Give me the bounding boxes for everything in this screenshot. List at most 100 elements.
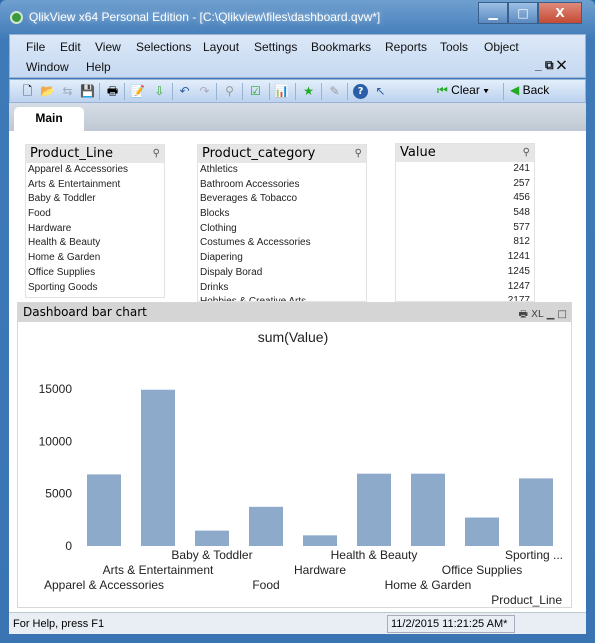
edit-icon[interactable]: ✎ bbox=[327, 84, 342, 99]
listbox-item[interactable]: Athletics bbox=[198, 163, 366, 178]
listbox-item[interactable]: Drinks bbox=[198, 281, 366, 296]
listbox-item[interactable]: 456 bbox=[396, 191, 534, 206]
bar bbox=[87, 474, 121, 546]
bar bbox=[303, 535, 337, 546]
menu-bookmarks[interactable]: Bookmarks bbox=[311, 40, 371, 54]
listbox-item[interactable]: 241 bbox=[396, 162, 534, 177]
search-icon[interactable]: ⚲ bbox=[523, 144, 530, 162]
listbox-item[interactable]: Home & Garden bbox=[26, 251, 164, 266]
listbox-item[interactable]: Costumes & Accessories bbox=[198, 236, 366, 251]
star-icon[interactable]: ★ bbox=[301, 84, 316, 99]
x-tick-label: Health & Beauty bbox=[331, 548, 418, 562]
listbox-item[interactable]: Hardware bbox=[26, 222, 164, 237]
listbox-item[interactable]: 548 bbox=[396, 206, 534, 221]
x-tick-label: Arts & Entertainment bbox=[103, 563, 214, 577]
listbox-item[interactable]: Diapering bbox=[198, 251, 366, 266]
listbox-product-line: Product_Line ⚲ Apparel & Accessories Arts … bbox=[25, 144, 165, 298]
listbox-item[interactable]: Apparel & Accessories bbox=[26, 163, 164, 178]
clear-icon: ⏮ bbox=[437, 83, 448, 97]
minimize-button[interactable]: ▁ bbox=[478, 2, 508, 24]
listbox-item[interactable]: 577 bbox=[396, 221, 534, 236]
x-tick-label: Sporting ... bbox=[505, 548, 563, 562]
qlikview-logo-icon bbox=[10, 11, 23, 24]
bar bbox=[195, 530, 229, 546]
status-help-text: For Help, press F1 bbox=[13, 618, 105, 630]
x-tick-label: Food bbox=[252, 578, 279, 592]
mdi-window-controls[interactable]: _ ⧉ ✕ bbox=[535, 58, 566, 73]
status-timestamp: 11/2/2015 11:21:25 AM* bbox=[387, 615, 515, 633]
y-tick-label: 10000 bbox=[39, 434, 73, 448]
listbox-item[interactable]: Health & Beauty bbox=[26, 236, 164, 251]
chart-header: Dashboard bar chart 🖶 XL ▁ □ bbox=[18, 303, 571, 322]
menu-selections[interactable]: Selections bbox=[136, 40, 191, 54]
new-icon[interactable]: 🗋 bbox=[20, 84, 35, 99]
bar bbox=[465, 517, 499, 546]
window-title: QlikView x64 Personal Edition - [C:\Qlik… bbox=[29, 10, 381, 24]
listbox-item[interactable]: Dispaly Borad bbox=[198, 266, 366, 281]
reload-icon[interactable]: ⇆ bbox=[60, 84, 75, 99]
sheet-tab-strip bbox=[9, 103, 586, 131]
menu-window[interactable]: Window bbox=[26, 60, 69, 74]
redo-icon[interactable]: ↷ bbox=[197, 84, 212, 99]
maximize-button[interactable]: □ bbox=[508, 2, 538, 24]
x-axis-label: Product_Line bbox=[491, 593, 562, 607]
listbox-item[interactable]: 1241 bbox=[396, 250, 534, 265]
edit-script-icon[interactable]: 📝 bbox=[130, 84, 145, 99]
close-button[interactable]: X bbox=[538, 2, 582, 24]
checkbox-icon[interactable]: ☑ bbox=[248, 84, 263, 99]
listbox-item[interactable]: 812 bbox=[396, 235, 534, 250]
x-tick-label: Hardware bbox=[294, 563, 346, 577]
help-icon[interactable]: ? bbox=[353, 84, 368, 99]
menu-tools[interactable]: Tools bbox=[440, 40, 468, 54]
chart-window-controls[interactable]: 🖶 XL ▁ □ bbox=[518, 305, 567, 324]
dashboard-bar-chart: Dashboard bar chart 🖶 XL ▁ □ sum(Value) 0… bbox=[17, 302, 572, 608]
listbox-header: Product_category ⚲ bbox=[198, 145, 366, 163]
listbox-item[interactable]: 1247 bbox=[396, 280, 534, 295]
menu-reports[interactable]: Reports bbox=[385, 40, 427, 54]
listbox-item[interactable]: 257 bbox=[396, 177, 534, 192]
toolbar: 🗋 📂 ⇆ 💾 🖶 📝 ⇩ ↶ ↷ ⚲ ☑ 📊 ★ ✎ ? ↖ ⏮ Clear … bbox=[9, 79, 586, 103]
tab-main[interactable]: Main bbox=[14, 107, 84, 132]
listbox-item[interactable]: Hobbies & Creative Arts bbox=[198, 295, 366, 301]
back-button[interactable]: ◀ Back bbox=[510, 83, 549, 97]
menu-file[interactable]: File bbox=[26, 40, 45, 54]
menu-edit[interactable]: Edit bbox=[60, 40, 81, 54]
search-icon[interactable]: ⚲ bbox=[153, 145, 160, 163]
search-icon[interactable]: ⚲ bbox=[355, 145, 362, 163]
menu-view[interactable]: View bbox=[95, 40, 121, 54]
listbox-item[interactable]: Sporting Goods bbox=[26, 281, 164, 296]
listbox-item[interactable]: Clothing bbox=[198, 222, 366, 237]
reload-data-icon[interactable]: ⇩ bbox=[152, 84, 167, 99]
save-icon[interactable]: 💾 bbox=[80, 84, 95, 99]
listbox-item[interactable]: Food bbox=[26, 207, 164, 222]
menu-object[interactable]: Object bbox=[484, 40, 519, 54]
undo-icon[interactable]: ↶ bbox=[177, 84, 192, 99]
listbox-item[interactable]: Blocks bbox=[198, 207, 366, 222]
bar bbox=[141, 389, 175, 546]
listbox-item[interactable]: Baby & Toddler bbox=[26, 192, 164, 207]
clear-button[interactable]: ⏮ Clear ▾ bbox=[437, 83, 489, 98]
status-bar: For Help, press F1 11/2/2015 11:21:25 AM… bbox=[9, 612, 586, 634]
menu-bar: File Edit View Selections Layout Setting… bbox=[9, 34, 586, 78]
listbox-item[interactable]: Beverages & Tobacco bbox=[198, 192, 366, 207]
listbox-item[interactable]: 1245 bbox=[396, 265, 534, 280]
search-icon[interactable]: ⚲ bbox=[222, 84, 237, 99]
listbox-item[interactable]: Arts & Entertainment bbox=[26, 178, 164, 193]
x-tick-label: Home & Garden bbox=[385, 578, 472, 592]
bar bbox=[357, 473, 391, 546]
menu-help[interactable]: Help bbox=[86, 60, 111, 74]
menu-settings[interactable]: Settings bbox=[254, 40, 297, 54]
back-icon: ◀ bbox=[510, 83, 520, 97]
chart-title: sum(Value) bbox=[258, 329, 329, 345]
listbox-product-category: Product_category ⚲ Athletics Bathroom Acce… bbox=[197, 144, 367, 302]
help-pointer-icon[interactable]: ↖ bbox=[373, 84, 388, 99]
menu-layout[interactable]: Layout bbox=[203, 40, 239, 54]
listbox-item[interactable]: 2177 bbox=[396, 294, 534, 301]
listbox-item[interactable]: Office Supplies bbox=[26, 266, 164, 281]
bar bbox=[249, 506, 283, 546]
open-icon[interactable]: 📂 bbox=[40, 84, 55, 99]
print-icon[interactable]: 🖶 bbox=[105, 84, 120, 99]
x-tick-label: Baby & Toddler bbox=[171, 548, 252, 562]
listbox-item[interactable]: Bathroom Accessories bbox=[198, 178, 366, 193]
chart-wizard-icon[interactable]: 📊 bbox=[274, 84, 289, 99]
